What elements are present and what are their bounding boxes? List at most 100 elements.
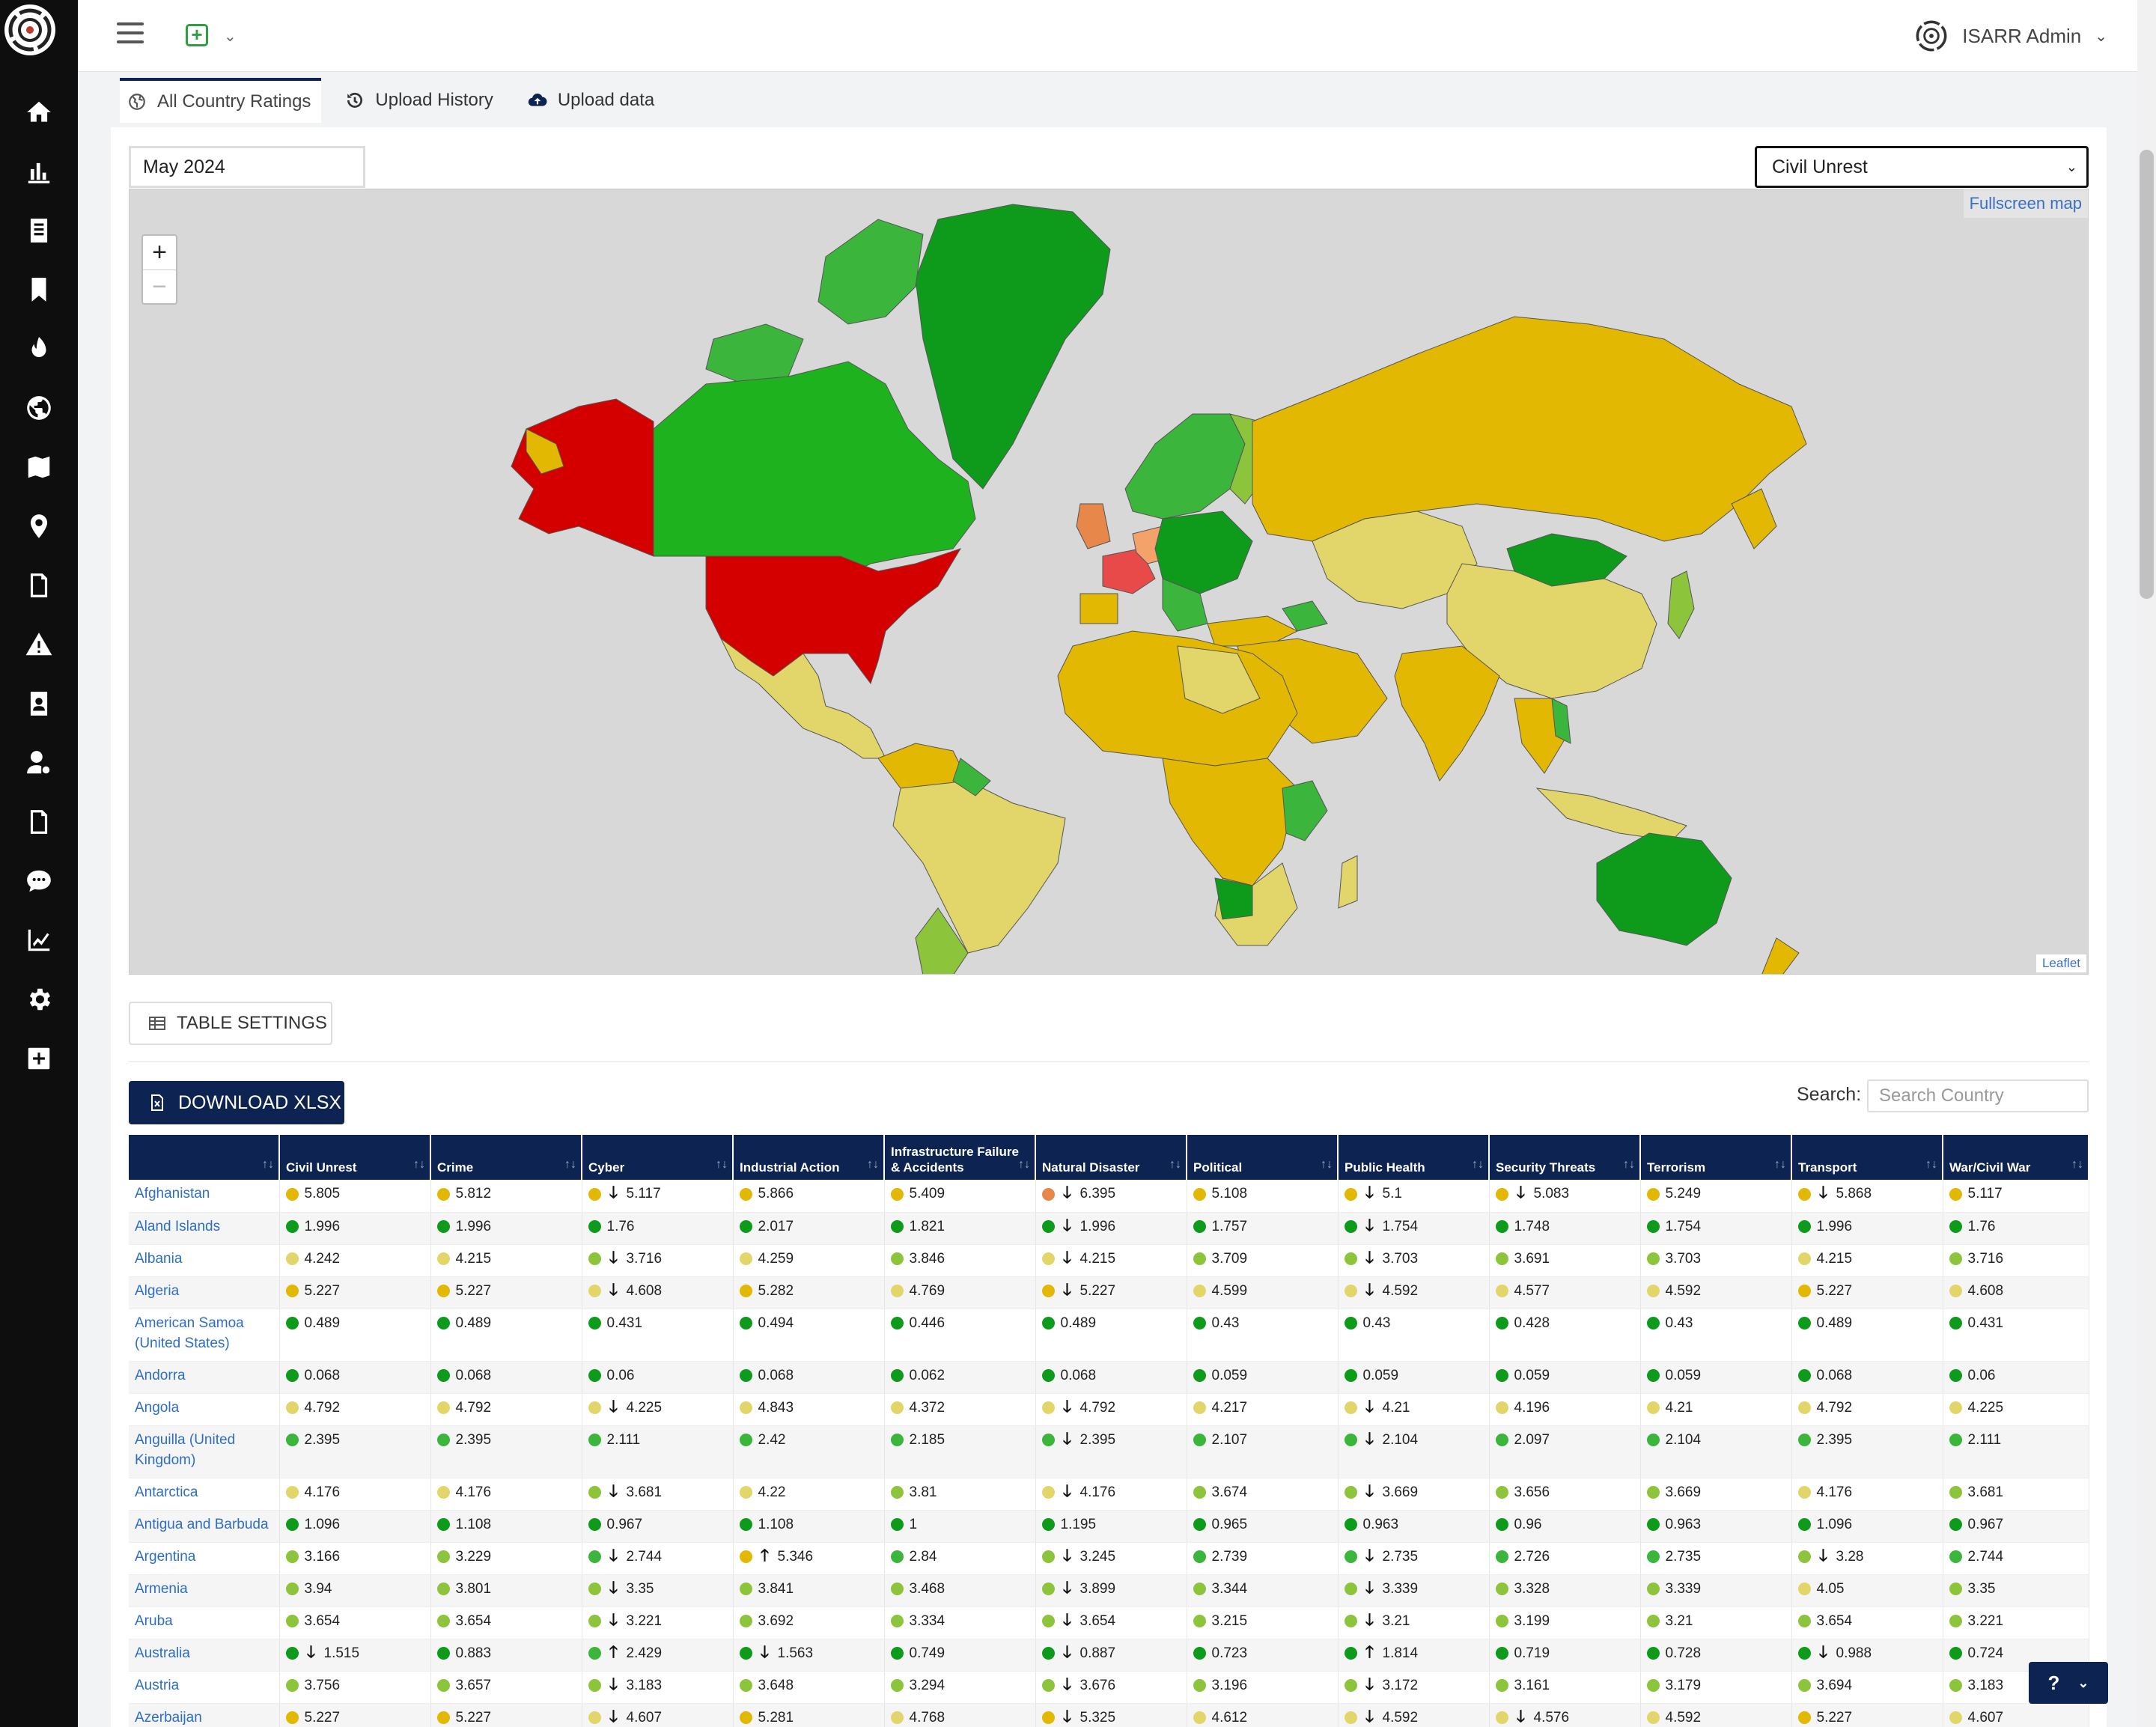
column-header[interactable]: Natural Disaster ↑↓ [1035,1135,1187,1180]
sidebar-item-country-ratings[interactable] [0,378,78,437]
sidebar-item-messages[interactable] [0,851,78,910]
sidebar-item-maps[interactable] [0,437,78,496]
map-region-scandinavia[interactable] [1124,413,1246,520]
column-header[interactable]: Transport ↑↓ [1791,1135,1943,1180]
page-scrollbar[interactable] [2137,0,2156,1727]
chevron-down-icon[interactable]: ⌄ [224,27,237,46]
map-region-canada[interactable] [645,361,976,579]
column-header[interactable]: ↑↓ [129,1135,280,1180]
country-link[interactable]: Angola [129,1393,280,1426]
column-header[interactable]: Infrastructure Failure & Accidents ↑↓ [884,1135,1036,1180]
map-region-brazil[interactable] [892,780,1066,954]
zoom-in-button[interactable]: + [143,236,176,269]
sidebar-item-add[interactable] [0,1029,78,1088]
country-link[interactable]: Aruba [129,1606,280,1639]
sort-icon[interactable]: ↑↓ [1321,1157,1333,1172]
column-header[interactable]: Civil Unrest ↑↓ [279,1135,431,1180]
column-header[interactable]: Industrial Action ↑↓ [733,1135,885,1180]
map-region-madagascar[interactable] [1338,855,1358,909]
sort-icon[interactable]: ↑↓ [2071,1157,2083,1172]
world-risk-map[interactable]: + − Fullscreen map Leaflet [129,189,2089,975]
sidebar-item-reports[interactable] [0,201,78,260]
country-link[interactable]: Armenia [129,1574,280,1607]
download-xlsx-button[interactable]: DOWNLOAD XLSX [129,1081,344,1124]
country-link[interactable]: Algeria [129,1276,280,1309]
tab-upload-history[interactable]: Upload History [338,78,503,123]
sidebar-item-settings[interactable] [0,969,78,1029]
tab-all-country-ratings[interactable]: All Country Ratings [120,78,322,123]
zoom-out-button[interactable]: − [143,269,176,303]
country-link[interactable]: Aland Islands [129,1212,280,1245]
sort-icon[interactable]: ↑↓ [262,1157,274,1172]
country-link[interactable]: Antarctica [129,1478,280,1511]
column-header[interactable]: Terrorism ↑↓ [1640,1135,1792,1180]
tab-upload-data[interactable]: Upload data [520,78,665,123]
column-header[interactable]: Political ↑↓ [1187,1135,1339,1180]
sort-icon[interactable]: ↑↓ [1925,1157,1937,1172]
user-menu[interactable]: ISARR Admin ⌄ [1914,18,2107,54]
add-new-button[interactable]: + [186,24,208,46]
sort-icon[interactable]: ↑↓ [1169,1157,1181,1172]
country-link[interactable]: Azerbaijan [129,1703,280,1727]
sort-icon[interactable]: ↑↓ [1472,1157,1484,1172]
map-region-central-africa[interactable] [1162,758,1298,886]
map-region-new-zealand[interactable] [1761,937,1800,975]
country-link[interactable]: Australia [129,1639,280,1672]
map-region-spain[interactable] [1079,593,1118,624]
map-region-india[interactable] [1394,645,1500,782]
menu-toggle-button[interactable] [117,22,144,48]
fullscreen-map-link[interactable]: Fullscreen map [1963,189,2088,218]
sidebar-item-users[interactable] [0,733,78,792]
country-link[interactable]: Albania [129,1244,280,1277]
map-region-greenland[interactable] [915,204,1111,490]
sort-icon[interactable]: ↑↓ [1623,1157,1635,1172]
sort-icon[interactable]: ↑↓ [1018,1157,1030,1172]
column-header[interactable]: Public Health ↑↓ [1338,1135,1490,1180]
rating-cell: 🡓 3.339 [1338,1574,1490,1607]
sort-icon[interactable]: ↑↓ [1774,1157,1786,1172]
country-link[interactable]: Austria [129,1671,280,1704]
column-header[interactable]: Security Threats ↑↓ [1489,1135,1641,1180]
sidebar-item-locations[interactable] [0,496,78,555]
country-link[interactable]: Antigua and Barbuda [129,1510,280,1543]
map-region-alaska[interactable] [511,398,654,557]
country-link[interactable]: Anguilla (United Kingdom) [129,1425,280,1478]
month-picker-input[interactable]: May 2024 [129,146,365,188]
column-header[interactable]: Cyber ↑↓ [582,1135,734,1180]
column-header[interactable]: War/Civil War ↑↓ [1943,1135,2089,1180]
sort-icon[interactable]: ↑↓ [716,1157,728,1172]
sidebar-item-alerts[interactable] [0,615,78,674]
map-attribution-link[interactable]: Leaflet [2035,954,2086,972]
sort-icon[interactable]: ↑↓ [564,1157,576,1172]
sidebar-item-home[interactable] [0,82,78,141]
map-region-uk[interactable] [1076,503,1111,549]
app-logo[interactable] [4,4,55,55]
help-button[interactable]: ? ⌄ [2029,1662,2108,1704]
sort-icon[interactable]: ↑↓ [867,1157,879,1172]
sort-icon[interactable]: ↑↓ [413,1157,425,1172]
country-link[interactable]: Andorra [129,1361,280,1394]
scrollbar-thumb[interactable] [2140,150,2154,599]
search-country-input[interactable]: Search Country [1867,1079,2089,1112]
risk-category-select[interactable]: Civil Unrest ⌄ [1755,146,2089,188]
map-region-canada-islands[interactable] [817,219,924,325]
map-region-canada-islands-west[interactable] [705,323,804,385]
map-region-japan[interactable] [1667,570,1695,639]
table-settings-button[interactable]: TABLE SETTINGS [129,1002,332,1045]
map-region-east-africa[interactable] [1282,780,1328,841]
column-header[interactable]: Crime ↑↓ [430,1135,582,1180]
sidebar-item-documents[interactable] [0,555,78,615]
sidebar-item-files[interactable] [0,792,78,851]
sidebar-item-analytics[interactable] [0,910,78,969]
map-region-indonesia[interactable] [1535,788,1687,841]
map-region-australia[interactable] [1596,832,1732,946]
sidebar-item-bookmarks[interactable] [0,260,78,319]
country-link[interactable]: Argentina [129,1542,280,1575]
country-link[interactable]: American Samoa (United States) [129,1309,280,1362]
map-region-russia[interactable] [1252,316,1807,542]
rating-number: 4.792 [1079,1399,1116,1416]
sidebar-item-dashboard[interactable] [0,141,78,201]
sidebar-item-hotspots[interactable] [0,319,78,378]
sidebar-item-contacts[interactable] [0,674,78,733]
country-link[interactable]: Afghanistan [129,1180,280,1213]
